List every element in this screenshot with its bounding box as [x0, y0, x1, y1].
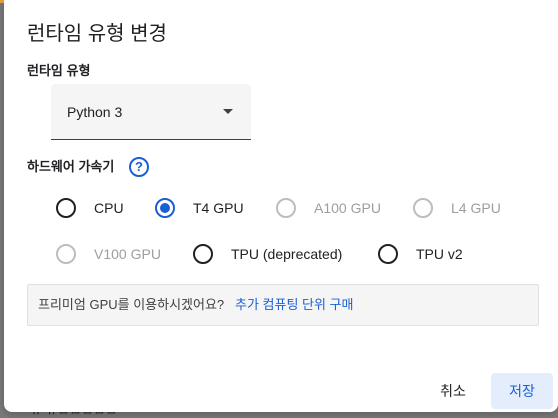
- radio-tpu-deprecated[interactable]: TPU (deprecated): [193, 242, 342, 266]
- change-runtime-dialog: 런타임 유형 변경 런타임 유형 Python 3 하드웨어 가속기 ? CPU…: [4, 0, 558, 412]
- premium-gpu-notice: 프리미엄 GPU를 이용하시겠어요? 추가 컴퓨팅 단위 구매: [27, 284, 539, 326]
- premium-gpu-question: 프리미엄 GPU를 이용하시겠어요?: [38, 297, 225, 312]
- radio-t4-gpu[interactable]: T4 GPU: [155, 196, 244, 220]
- cancel-button[interactable]: 취소: [430, 373, 476, 409]
- radio-button-disabled-icon: [56, 244, 76, 264]
- runtime-type-value: Python 3: [67, 104, 123, 120]
- radio-button-checked-icon: [155, 198, 175, 218]
- radio-l4-gpu: L4 GPU: [413, 196, 501, 220]
- radio-label: V100 GPU: [94, 246, 161, 262]
- dropdown-caret-icon: [223, 109, 233, 114]
- radio-button-icon: [193, 244, 213, 264]
- radio-button-disabled-icon: [413, 198, 433, 218]
- buy-compute-units-link[interactable]: 추가 컴퓨팅 단위 구매: [235, 297, 353, 313]
- radio-button-icon: [56, 198, 76, 218]
- radio-label: A100 GPU: [314, 200, 381, 216]
- radio-v100-gpu: V100 GPU: [56, 242, 161, 266]
- hardware-accelerator-label: 하드웨어 가속기: [27, 159, 115, 174]
- radio-cpu[interactable]: CPU: [56, 196, 124, 220]
- radio-button-disabled-icon: [276, 198, 296, 218]
- radio-tpu-v2[interactable]: TPU v2: [378, 242, 463, 266]
- radio-button-icon: [378, 244, 398, 264]
- dialog-title: 런타임 유형 변경: [27, 23, 167, 45]
- save-button[interactable]: 저장: [491, 373, 553, 409]
- radio-label: TPU (deprecated): [231, 246, 343, 262]
- help-icon[interactable]: ?: [129, 157, 149, 177]
- runtime-type-label: 런타임 유형: [27, 63, 91, 78]
- radio-label: T4 GPU: [193, 200, 244, 216]
- radio-label: TPU v2: [416, 246, 463, 262]
- radio-a100-gpu: A100 GPU: [276, 196, 381, 220]
- radio-label: L4 GPU: [451, 200, 501, 216]
- runtime-type-select[interactable]: Python 3: [51, 84, 251, 140]
- radio-label: CPU: [94, 200, 124, 216]
